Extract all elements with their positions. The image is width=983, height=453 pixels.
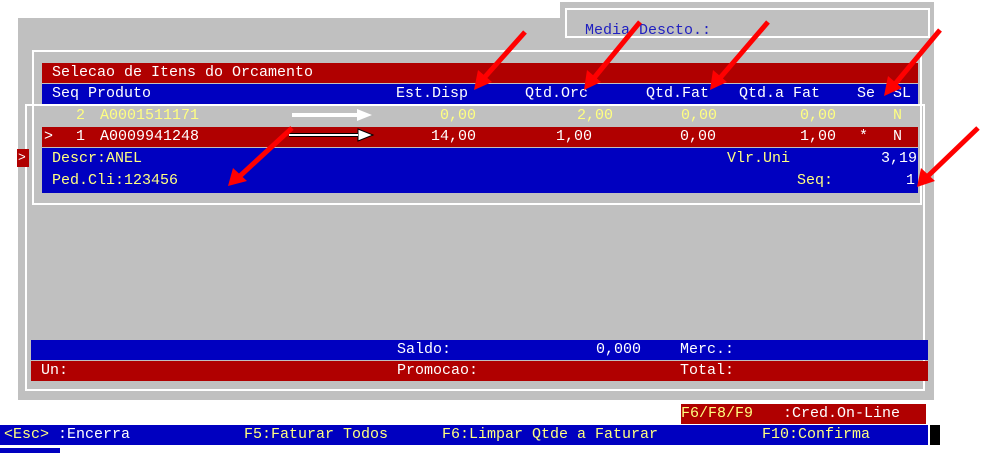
red-arrow xyxy=(718,20,770,80)
red-arrows xyxy=(238,20,980,178)
red-arrow xyxy=(482,30,527,80)
red-arrow xyxy=(893,28,942,86)
white-arrow xyxy=(289,128,375,142)
annotation-overlay xyxy=(228,20,980,187)
red-arrow xyxy=(592,20,642,80)
red-arrowheads xyxy=(228,70,935,187)
white-arrow xyxy=(292,109,372,121)
red-arrow xyxy=(926,126,980,178)
red-arrow xyxy=(238,126,294,178)
